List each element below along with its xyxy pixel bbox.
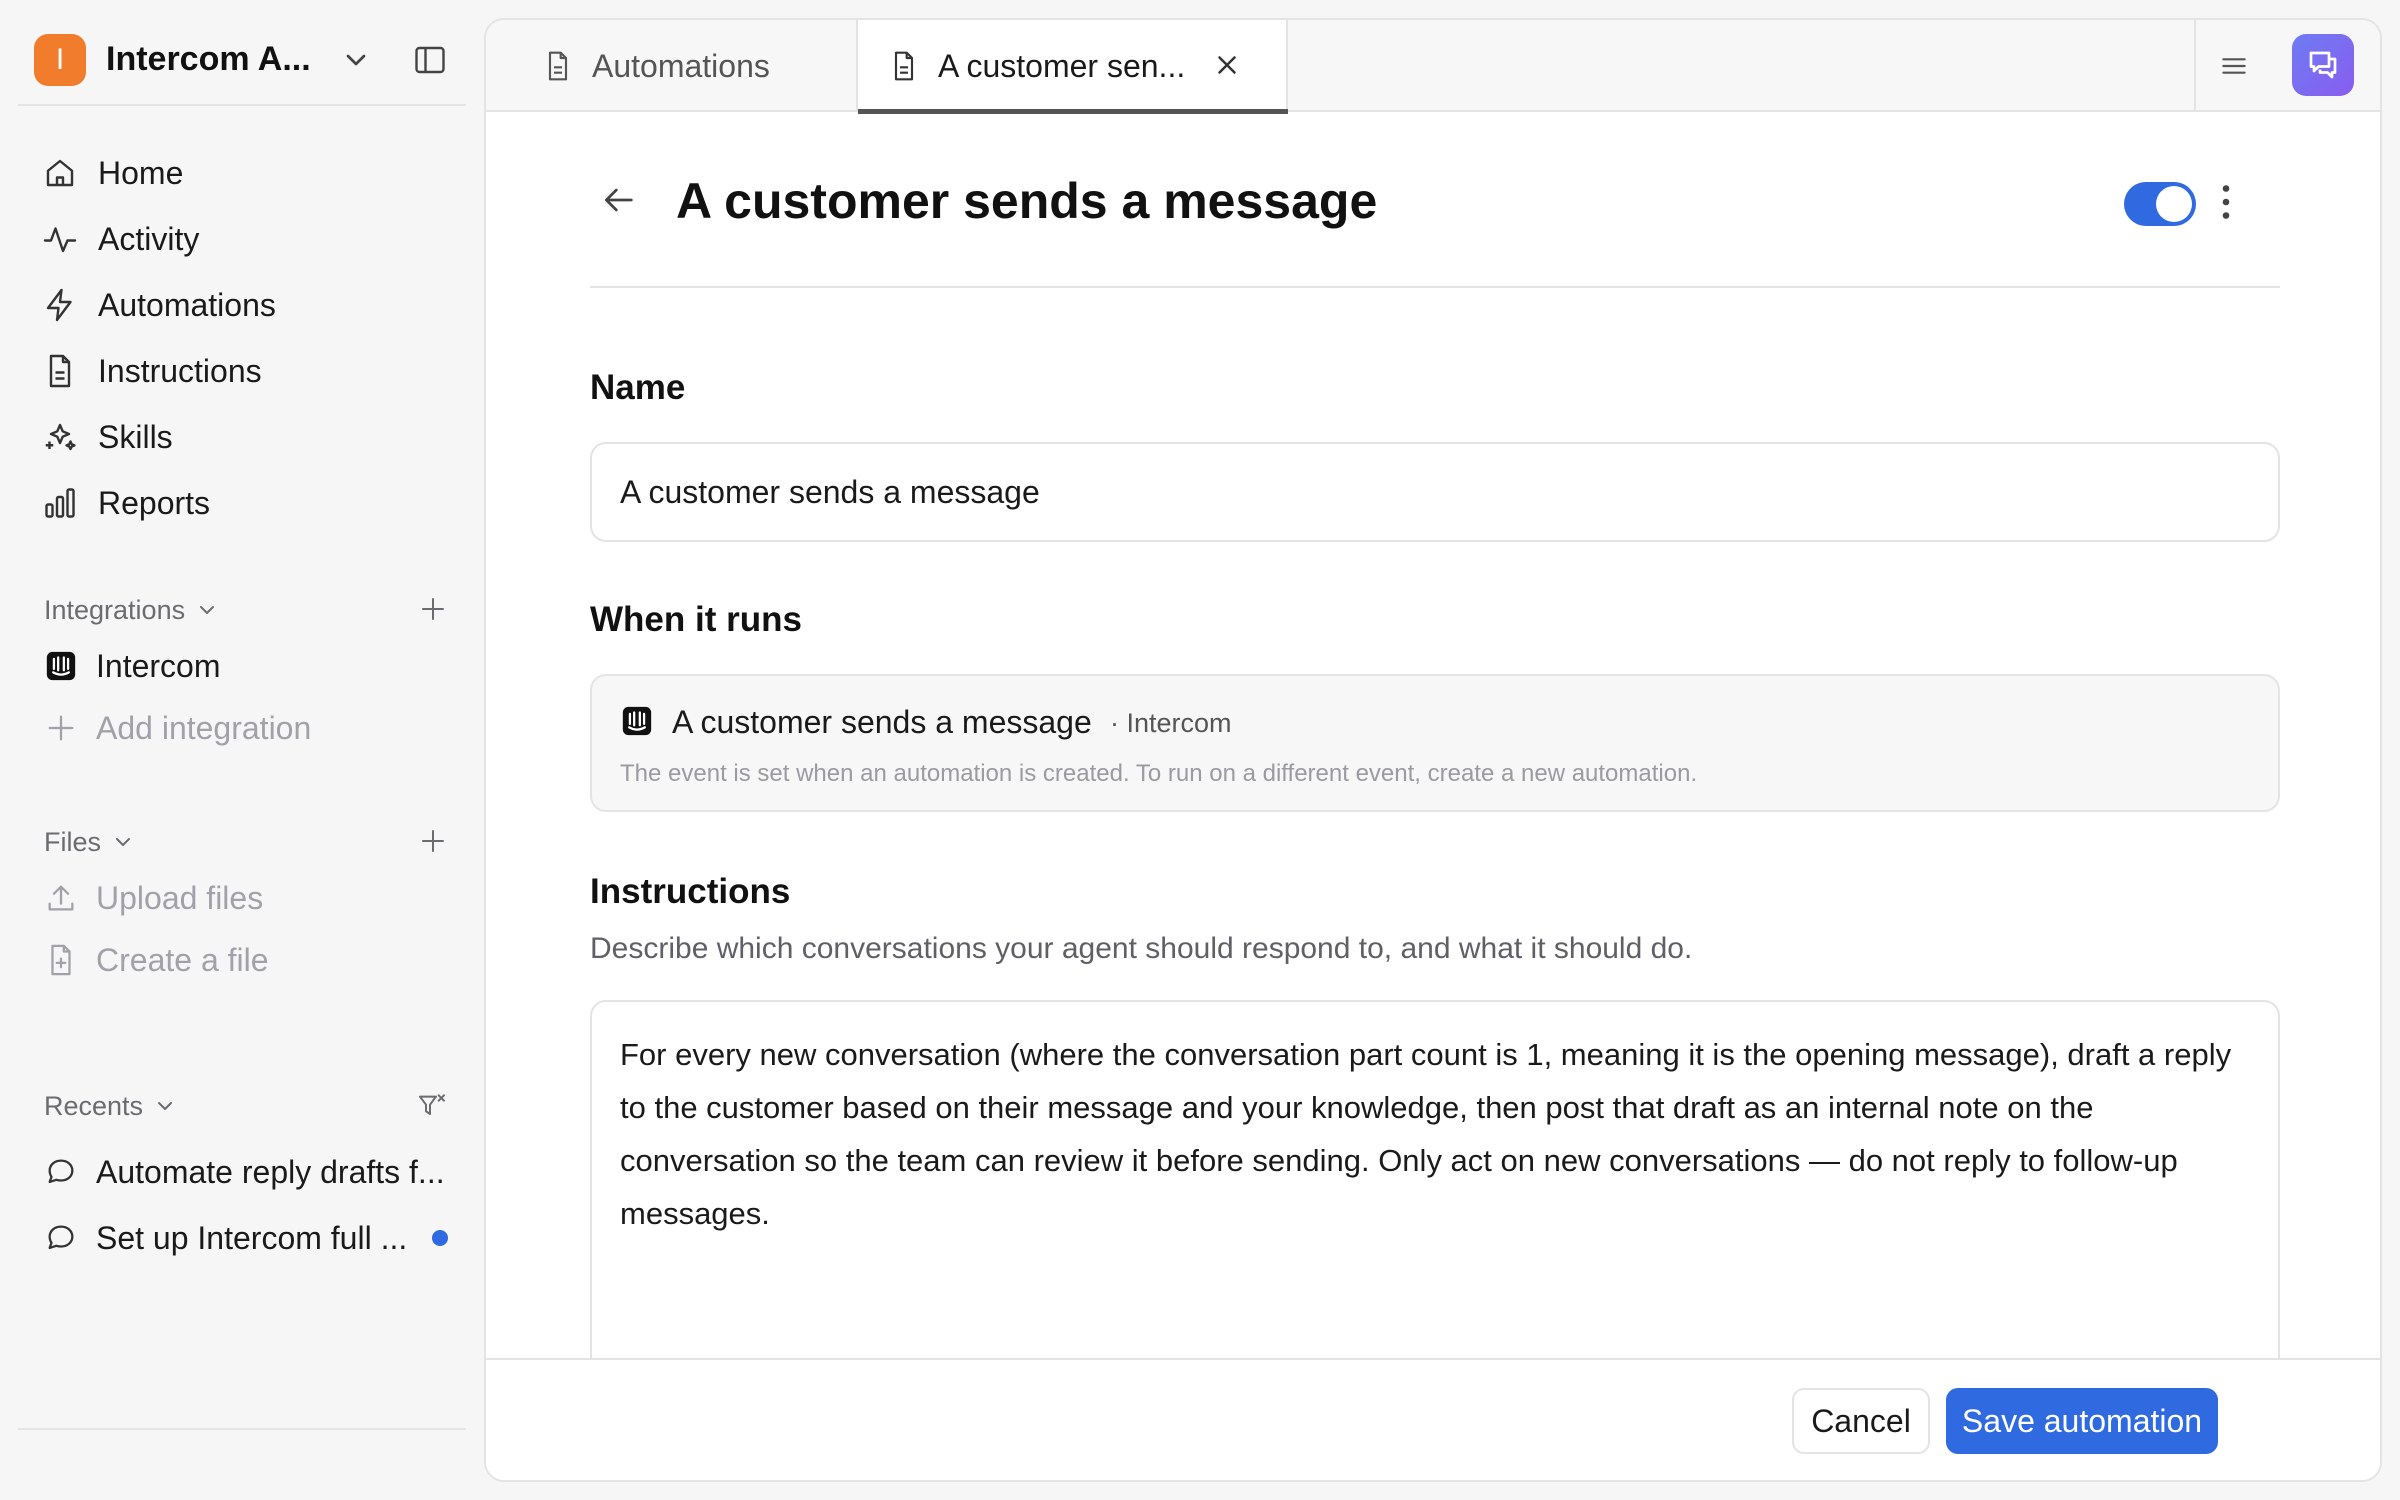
upload-icon [44, 881, 78, 915]
automation-enabled-toggle[interactable] [2124, 182, 2196, 226]
integrations-header[interactable]: Integrations [44, 590, 456, 630]
tab-label: Automations [592, 47, 770, 84]
add-integration-label: Add integration [96, 709, 312, 746]
recent-item-label: Set up Intercom full ... [96, 1219, 408, 1256]
tab-label: A customer sen... [938, 47, 1186, 84]
page-header: A customer sends a message [590, 112, 2280, 288]
document-icon [542, 50, 574, 82]
sparkles-icon [42, 419, 78, 455]
chat-bubble-icon [44, 1155, 78, 1189]
activity-icon [42, 221, 78, 257]
nav-item-label: Activity [98, 220, 200, 257]
nav-item-label: Home [98, 154, 184, 191]
page-title: A customer sends a message [676, 173, 1378, 229]
document-icon [42, 353, 78, 389]
create-file-button[interactable]: Create a file [44, 932, 464, 988]
add-integration-button[interactable]: Add integration [44, 700, 464, 756]
files-header[interactable]: Files [44, 822, 456, 862]
workspace-name[interactable]: Intercom A... [106, 40, 311, 79]
trigger-note: The event is set when an automation is c… [620, 760, 1698, 787]
tab-customer-sends-message[interactable]: A customer sen... [858, 20, 1288, 114]
chevron-down-icon[interactable] [340, 44, 372, 76]
chevron-down-icon [153, 1094, 177, 1118]
document-icon [888, 50, 920, 82]
sidebar-toggle-icon[interactable] [412, 42, 448, 78]
recent-item[interactable]: Set up Intercom full ... [44, 1210, 464, 1266]
bar-chart-icon [42, 485, 78, 521]
section-title: Files [44, 826, 102, 857]
save-automation-button[interactable]: Save automation [1946, 1388, 2218, 1454]
automation-editor: A customer sends a message Name A custom… [590, 112, 2280, 1420]
nav-item-home[interactable]: Home [40, 140, 460, 206]
sidebar: I Intercom A... Home Activity Automation… [0, 0, 484, 1500]
upload-files-label: Upload files [96, 879, 264, 916]
main-panel: Automations A customer sen... A customer… [484, 18, 2382, 1482]
instructions-description: Describe which conversations your agent … [590, 932, 1693, 965]
create-file-label: Create a file [96, 941, 269, 978]
new-file-icon [44, 943, 78, 977]
when-it-runs-label: When it runs [590, 600, 802, 639]
back-arrow-icon[interactable] [598, 180, 638, 220]
nav-item-label: Reports [98, 484, 211, 521]
filter-icon[interactable] [416, 1090, 448, 1122]
intercom-logo-icon [44, 649, 78, 683]
nav-item-label: Automations [98, 286, 276, 323]
nav-item-reports[interactable]: Reports [40, 470, 460, 536]
toggle-knob [2156, 186, 2192, 222]
section-title: Integrations [44, 594, 186, 625]
chat-bubble-icon [44, 1221, 78, 1255]
trigger-source: · Intercom [1110, 708, 1232, 738]
close-tab-icon[interactable] [1212, 50, 1242, 80]
workspace-avatar: I [34, 34, 86, 86]
recent-item[interactable]: Automate reply drafts f... [44, 1144, 464, 1200]
intercom-logo-icon [620, 704, 654, 738]
nav-item-automations[interactable]: Automations [40, 272, 460, 338]
sidebar-item-label: Intercom [96, 647, 221, 684]
unread-dot [432, 1230, 448, 1246]
divider [18, 1428, 466, 1430]
chat-assistant-button[interactable] [2292, 34, 2354, 96]
cancel-button[interactable]: Cancel [1792, 1388, 1930, 1454]
name-label: Name [590, 368, 686, 407]
nav-item-instructions[interactable]: Instructions [40, 338, 460, 404]
chevron-down-icon [111, 830, 135, 854]
workspace-header[interactable]: I Intercom A... [18, 18, 466, 106]
trigger-card: A customer sends a message · Intercom Th… [590, 674, 2280, 812]
add-file-plus-icon[interactable] [418, 826, 448, 856]
instructions-label: Instructions [590, 872, 791, 911]
section-title: Recents [44, 1090, 144, 1121]
more-options-icon[interactable] [2208, 178, 2244, 226]
plus-icon [44, 711, 78, 745]
nav-item-label: Instructions [98, 352, 262, 389]
recents-header[interactable]: Recents [44, 1086, 456, 1126]
divider [2194, 20, 2196, 112]
home-icon [42, 155, 78, 191]
tab-automations[interactable]: Automations [486, 20, 858, 112]
main-nav: Home Activity Automations Instructions S… [40, 140, 460, 536]
name-input[interactable]: A customer sends a message [590, 442, 2280, 542]
chat-icon [2309, 51, 2337, 79]
nav-item-activity[interactable]: Activity [40, 206, 460, 272]
trigger-title: A customer sends a message [672, 704, 1092, 740]
add-integration-plus-icon[interactable] [418, 594, 448, 624]
editor-footer: Cancel Save automation [486, 1358, 2380, 1480]
nav-item-skills[interactable]: Skills [40, 404, 460, 470]
tab-bar: Automations A customer sen... [486, 20, 2380, 114]
nav-item-label: Skills [98, 418, 173, 455]
lightning-icon [42, 287, 78, 323]
recent-item-label: Automate reply drafts f... [96, 1153, 445, 1190]
instructions-textarea[interactable]: For every new conversation (where the co… [590, 1000, 2280, 1420]
chevron-down-icon [195, 598, 219, 622]
sidebar-item-intercom[interactable]: Intercom [44, 638, 464, 694]
upload-files-button[interactable]: Upload files [44, 870, 464, 926]
menu-icon[interactable] [2218, 50, 2250, 82]
